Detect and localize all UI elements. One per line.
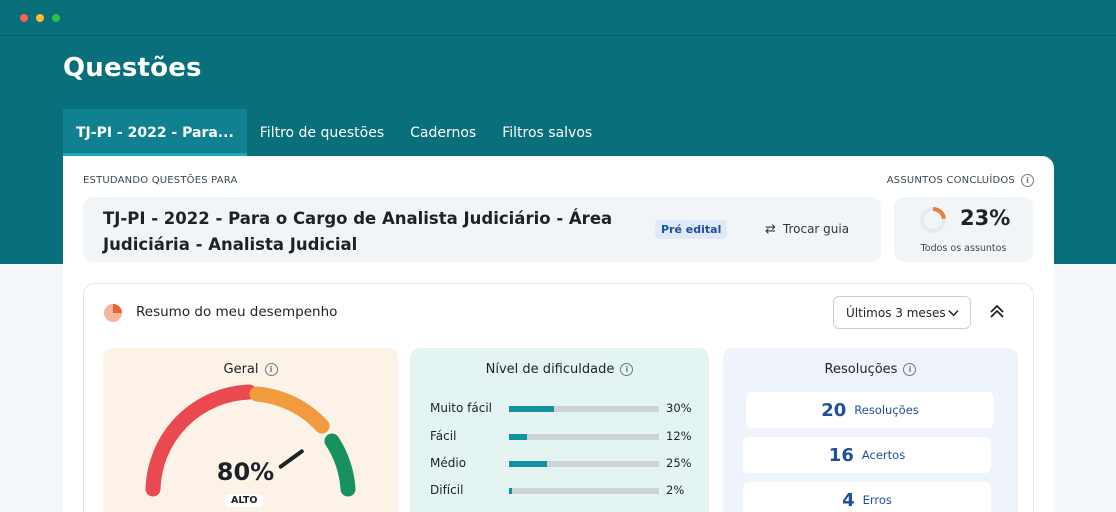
difficulty-bar-fill bbox=[509, 461, 547, 467]
difficulty-label: Médio bbox=[430, 456, 467, 470]
period-select[interactable]: Últimos 3 meses bbox=[833, 296, 971, 329]
error-count-label: Erros bbox=[862, 493, 892, 507]
pre-edital-badge: Pré edital bbox=[655, 220, 728, 239]
resolutions-panel-header: Resoluções i bbox=[723, 362, 1018, 377]
info-icon[interactable]: i bbox=[620, 363, 634, 376]
progress-ring-icon bbox=[920, 207, 946, 233]
subjects-progress-box: 23% Todos os assuntos bbox=[894, 197, 1033, 262]
resolutions-count-card: 20 Resoluções bbox=[746, 392, 994, 428]
tab-saved-filters[interactable]: Filtros salvos bbox=[489, 109, 605, 156]
tab-question-filter[interactable]: Filtro de questões bbox=[247, 109, 397, 156]
difficulty-label: Fácil bbox=[430, 429, 457, 443]
correct-count: 16 bbox=[828, 444, 854, 466]
difficulty-bar-track bbox=[509, 488, 659, 494]
performance-title: Resumo do meu desempenho bbox=[136, 304, 338, 320]
overall-value: 80% bbox=[216, 458, 275, 486]
tab-bar: TJ-PI - 2022 - Para... Filtro de questõe… bbox=[63, 109, 605, 156]
window-titlebar bbox=[0, 0, 1116, 36]
swap-guide-label: Trocar guia bbox=[782, 222, 850, 236]
error-count-card: 4 Erros bbox=[743, 482, 991, 512]
difficulty-row: Muito fácil 30% bbox=[430, 401, 700, 417]
guide-title: TJ-PI - 2022 - Para o Cargo de Analista … bbox=[103, 209, 613, 254]
difficulty-panel-header: Nível de dificuldade i bbox=[410, 362, 709, 377]
collapse-chevrons-icon[interactable] bbox=[987, 302, 1007, 322]
chevron-down-icon bbox=[948, 310, 959, 317]
difficulty-percent: 30% bbox=[666, 401, 692, 415]
gauge-arc-orange bbox=[249, 386, 330, 434]
difficulty-title: Nível de dificuldade bbox=[485, 362, 615, 377]
resolutions-count-label: Resoluções bbox=[854, 403, 919, 417]
resolutions-title: Resoluções bbox=[824, 362, 898, 377]
overall-panel: Geral i 80% ALTO bbox=[103, 348, 398, 512]
studying-label: ESTUDANDO QUESTÕES PARA bbox=[83, 175, 238, 186]
difficulty-bar-track bbox=[509, 461, 659, 467]
tab-current-guide[interactable]: TJ-PI - 2022 - Para... bbox=[63, 109, 247, 156]
correct-count-card: 16 Acertos bbox=[743, 437, 991, 473]
swap-arrows-icon: ⇄ bbox=[765, 221, 776, 237]
performance-summary: Resumo do meu desempenho Últimos 3 meses… bbox=[83, 283, 1034, 512]
correct-count-label: Acertos bbox=[861, 448, 906, 462]
difficulty-percent: 2% bbox=[666, 483, 685, 497]
difficulty-label: Muito fácil bbox=[430, 401, 492, 415]
difficulty-bar-track bbox=[509, 434, 659, 440]
difficulty-bar-fill bbox=[509, 434, 527, 440]
close-window-button[interactable] bbox=[20, 14, 28, 22]
difficulty-bar-fill bbox=[509, 488, 512, 494]
period-select-value: Últimos 3 meses bbox=[846, 305, 946, 320]
maximize-window-button[interactable] bbox=[52, 14, 60, 22]
subjects-concluded-label: ASSUNTOS CONCLUÍDOS bbox=[886, 175, 1015, 186]
error-count: 4 bbox=[842, 489, 855, 511]
difficulty-bar-fill bbox=[509, 406, 554, 412]
overall-level-badge: ALTO bbox=[225, 494, 264, 507]
resolutions-count: 20 bbox=[821, 399, 847, 421]
info-icon[interactable]: i bbox=[1021, 174, 1034, 187]
overall-gauge bbox=[145, 384, 356, 497]
pie-chart-icon bbox=[104, 304, 122, 322]
difficulty-label: Difícil bbox=[430, 483, 464, 497]
difficulty-row: Fácil 12% bbox=[430, 429, 700, 445]
subjects-percent: 23% bbox=[960, 206, 1011, 230]
difficulty-percent: 12% bbox=[666, 429, 692, 443]
difficulty-panel: Nível de dificuldade i Muito fácil 30% Fá… bbox=[410, 348, 709, 512]
info-icon[interactable]: i bbox=[903, 363, 917, 376]
page-title: Questões bbox=[63, 53, 202, 83]
difficulty-row: Médio 25% bbox=[430, 456, 700, 472]
swap-guide-button[interactable]: ⇄ Trocar guia bbox=[765, 218, 849, 240]
difficulty-percent: 25% bbox=[666, 456, 692, 470]
current-guide-box: TJ-PI - 2022 - Para o Cargo de Analista … bbox=[83, 197, 881, 262]
subjects-caption: Todos os assuntos bbox=[920, 243, 1007, 254]
tab-notebooks[interactable]: Cadernos bbox=[397, 109, 489, 156]
minimize-window-button[interactable] bbox=[36, 14, 44, 22]
resolutions-panel: Resoluções i 20 Resoluções 16 Acertos 4 E… bbox=[723, 348, 1018, 512]
difficulty-bar-track bbox=[509, 406, 659, 412]
difficulty-row: Difícil 2% bbox=[430, 483, 700, 499]
study-card: ESTUDANDO QUESTÕES PARA ASSUNTOS CONCLUÍ… bbox=[63, 156, 1054, 512]
